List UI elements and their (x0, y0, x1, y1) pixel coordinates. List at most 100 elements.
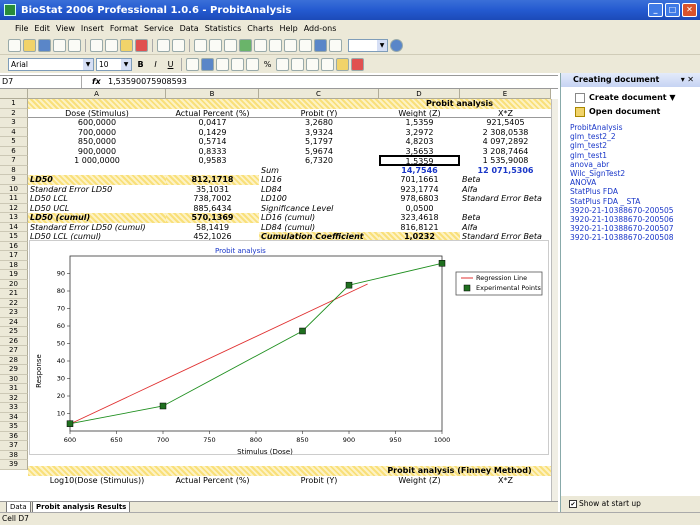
help-icon[interactable] (390, 39, 403, 52)
merge-icon[interactable] (246, 57, 259, 71)
cell-b6[interactable]: 0,8333 (166, 147, 259, 157)
percent-button[interactable]: % (261, 58, 274, 71)
row-header[interactable]: 19 (0, 270, 28, 280)
row-header[interactable]: 35 (0, 422, 28, 432)
recent-document-link[interactable]: StatPlus FDA _ STA (561, 197, 700, 206)
recent-document-link[interactable]: ProbitAnalysis (561, 123, 700, 132)
recent-document-link[interactable]: ANOVA (561, 178, 700, 187)
open-icon[interactable] (23, 39, 36, 52)
stats-cell-d[interactable]: 0,0500 (379, 204, 460, 214)
recent-document-link[interactable]: 3920-21-10388670-200506 (561, 215, 700, 224)
row-header[interactable]: 24 (0, 317, 28, 327)
cell-d3[interactable]: 1,5359 (379, 118, 460, 128)
cell-c7[interactable]: 6,7320 (259, 156, 379, 166)
cell-e4[interactable]: 2 308,0538 (460, 128, 551, 138)
show-at-startup[interactable]: ✔ Show at start up (561, 496, 700, 512)
table-icon[interactable] (194, 39, 207, 52)
cell-c3[interactable]: 3,2680 (259, 118, 379, 128)
show-at-startup-checkbox[interactable]: ✔ (569, 500, 577, 508)
stats-cell-e[interactable]: Alfa (460, 185, 551, 195)
cell-a5[interactable]: 850,0000 (28, 137, 166, 147)
redo-icon[interactable] (172, 39, 185, 52)
border-icon[interactable] (276, 57, 289, 71)
sheet-icon[interactable] (299, 39, 312, 52)
print-preview-icon[interactable] (68, 39, 81, 52)
spreadsheet-grid[interactable]: A B C D E 1 2 3 4 5 6 7 8 9 10 11 12 13 14 15 16 17 18 19 2… (0, 89, 558, 501)
cell-a7[interactable]: 1 000,0000 (28, 156, 166, 166)
new-icon[interactable] (8, 39, 21, 52)
align-right-icon[interactable] (216, 57, 229, 71)
stats-cell-a[interactable]: LD50 LCL (28, 194, 166, 204)
cell-d5[interactable]: 4,8203 (379, 137, 460, 147)
row-header[interactable]: 7 (0, 156, 28, 166)
open-document-link[interactable]: Open document (561, 105, 700, 119)
menu-file[interactable]: File (12, 24, 31, 33)
recent-document-link[interactable]: glm_test1 (561, 151, 700, 160)
border-4-icon[interactable] (321, 57, 334, 71)
row-header[interactable]: 1 (0, 99, 28, 109)
stats-cell-c[interactable]: LD84 (259, 185, 379, 195)
italic-button[interactable]: I (149, 58, 162, 71)
stats-cell-b[interactable]: 885,6434 (166, 204, 259, 214)
row-header[interactable]: 16 (0, 241, 28, 251)
vertical-scrollbar[interactable] (551, 99, 558, 501)
row-header[interactable]: 34 (0, 412, 28, 422)
stats-cell-c[interactable]: LD16 (cumul) (259, 213, 379, 223)
row-header[interactable]: 31 (0, 384, 28, 394)
recent-document-link[interactable]: 3920-21-10388670-200505 (561, 206, 700, 215)
close-button[interactable]: ✕ (682, 3, 697, 17)
cell-a4[interactable]: 700,0000 (28, 128, 166, 138)
cell-b3[interactable]: 0,0417 (166, 118, 259, 128)
stats-cell-d[interactable]: 323,4618 (379, 213, 460, 223)
cell-d4[interactable]: 3,2972 (379, 128, 460, 138)
menu-insert[interactable]: Insert (78, 24, 107, 33)
row-header[interactable]: 2 (0, 108, 28, 118)
fill-color-icon[interactable] (336, 57, 349, 71)
row-header[interactable]: 37 (0, 441, 28, 451)
row-header[interactable]: 26 (0, 336, 28, 346)
column-header-c[interactable]: C (259, 89, 379, 99)
cell-c4[interactable]: 3,9324 (259, 128, 379, 138)
paste-icon[interactable] (120, 39, 133, 52)
recent-document-link[interactable]: glm_test2_2 (561, 132, 700, 141)
stats-cell-e[interactable]: Beta (460, 175, 551, 185)
sum-xz[interactable]: 12 071,5306 (460, 166, 551, 176)
row-header[interactable]: 4 (0, 127, 28, 137)
zoom-select[interactable]: ▼ (348, 39, 388, 52)
print-icon[interactable] (53, 39, 66, 52)
row-header[interactable]: 13 (0, 213, 28, 223)
stats-cell-c[interactable]: Significance Level (259, 204, 379, 214)
stats-cell-a[interactable]: LD50 UCL (28, 204, 166, 214)
stats-cell-b[interactable]: 738,7002 (166, 194, 259, 204)
border-2-icon[interactable] (291, 57, 304, 71)
row-header[interactable]: 28 (0, 355, 28, 365)
menu-data[interactable]: Data (177, 24, 202, 33)
row-header[interactable]: 20 (0, 279, 28, 289)
row-header[interactable]: 11 (0, 194, 28, 204)
stats-cell-c[interactable]: LD16 (259, 175, 379, 185)
filter-icon[interactable] (254, 39, 267, 52)
sum-weight[interactable]: 14,7546 (379, 166, 460, 176)
properties-icon[interactable] (314, 39, 327, 52)
sum-icon[interactable] (269, 39, 282, 52)
cell-c6[interactable]: 5,9674 (259, 147, 379, 157)
stats-cell-e[interactable]: Alfa (460, 223, 551, 233)
cell-e6[interactable]: 3 208,7464 (460, 147, 551, 157)
cell-reference-box[interactable]: D7 (0, 76, 82, 88)
recent-document-link[interactable]: anova_abr (561, 160, 700, 169)
border-3-icon[interactable] (306, 57, 319, 71)
row-header[interactable]: 5 (0, 137, 28, 147)
column-header-d[interactable]: D (379, 89, 460, 99)
stats-cell-b[interactable]: 58,1419 (166, 223, 259, 233)
sort-icon[interactable] (224, 39, 237, 52)
cell-b7[interactable]: 0,9583 (166, 156, 259, 166)
row-header[interactable]: 10 (0, 184, 28, 194)
stats-cell-a[interactable]: Standard Error LD50 (28, 185, 166, 195)
stats-cell-b[interactable]: 570,1369 (166, 213, 259, 223)
menu-statistics[interactable]: Statistics (202, 24, 245, 33)
row-header[interactable]: 6 (0, 146, 28, 156)
stats-cell-a[interactable]: LD50 (28, 175, 166, 185)
row-header[interactable]: 8 (0, 165, 28, 175)
cell-e3[interactable]: 921,5405 (460, 118, 551, 128)
chart-icon[interactable] (209, 39, 222, 52)
